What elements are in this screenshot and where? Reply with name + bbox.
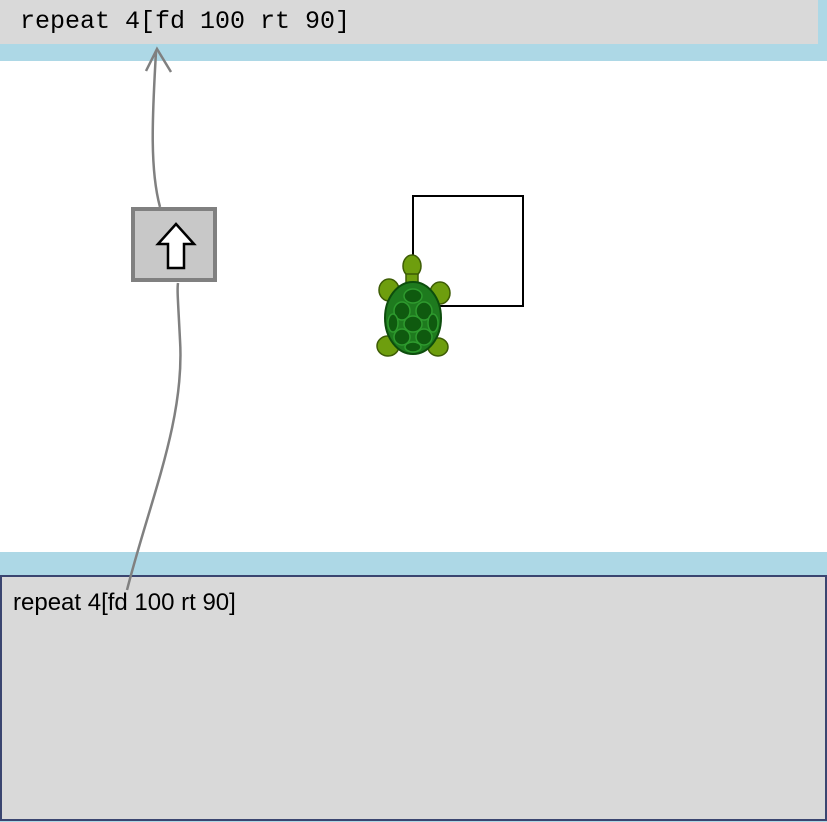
history-bar: repeat 4[fd 100 rt 90] (0, 0, 827, 61)
run-command-button[interactable] (131, 207, 217, 282)
turtle-canvas (0, 61, 827, 552)
drawing-area (376, 195, 524, 357)
turtle-icon (376, 254, 451, 357)
up-arrow-icon (155, 222, 197, 270)
code-editor[interactable]: repeat 4[fd 100 rt 90] (0, 575, 827, 821)
history-command-line[interactable]: repeat 4[fd 100 rt 90] (0, 0, 818, 44)
